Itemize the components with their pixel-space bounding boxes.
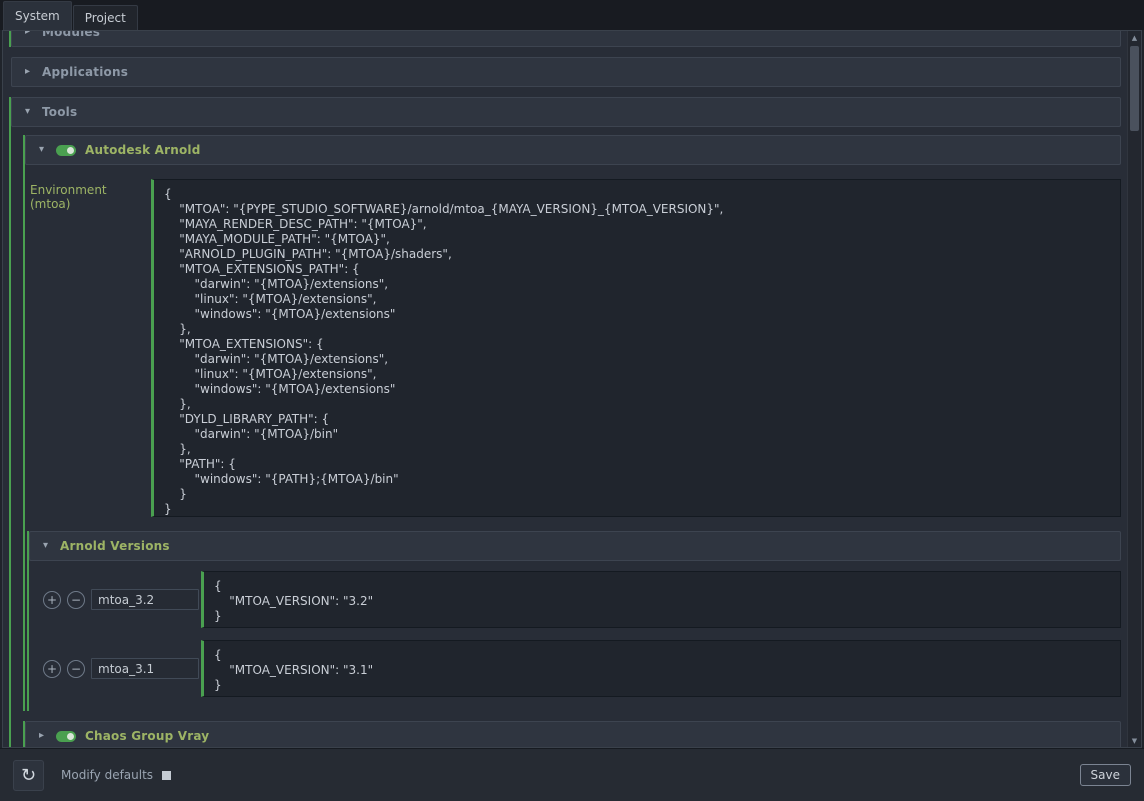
chevron-down-icon[interactable]: ▾ [22, 107, 33, 117]
chevron-right-icon[interactable]: ▸ [22, 31, 33, 37]
scrollbar-thumb[interactable] [1130, 46, 1139, 131]
modify-defaults-label: Modify defaults [61, 768, 153, 782]
vray-enabled-toggle[interactable] [56, 731, 76, 742]
arnold-version-row: + − { "MTOA_VERSION": "3.2" } [43, 571, 1121, 628]
tab-project[interactable]: Project [73, 5, 138, 30]
refresh-button[interactable]: ↻ [13, 760, 44, 791]
section-chaos-group-vray: ▸ Chaos Group Vray [23, 721, 1121, 747]
section-title-autodesk-arnold: Autodesk Arnold [85, 143, 201, 157]
chevron-down-icon[interactable]: ▾ [40, 541, 51, 551]
environment-json-editor[interactable]: { "MTOA": "{PYPE_STUDIO_SOFTWARE}/arnold… [151, 179, 1121, 517]
version-key-input[interactable] [91, 589, 199, 610]
modify-defaults-checkbox[interactable] [162, 771, 171, 780]
section-header-autodesk-arnold[interactable]: ▾ Autodesk Arnold [25, 135, 1121, 165]
section-arnold-versions: ▾ Arnold Versions + − [27, 531, 1121, 711]
version-row-controls: + − [43, 589, 201, 610]
version-key-input[interactable] [91, 658, 199, 679]
refresh-icon: ↻ [21, 765, 36, 786]
remove-version-button[interactable]: − [67, 660, 85, 678]
environment-field-row: Environment (mtoa) { "MTOA": "{PYPE_STUD… [27, 179, 1121, 517]
arnold-versions-body: + − { "MTOA_VERSION": "3.2" } + [29, 561, 1121, 711]
save-button[interactable]: Save [1080, 764, 1131, 786]
chevron-right-icon[interactable]: ▸ [22, 67, 33, 77]
arnold-body: Environment (mtoa) { "MTOA": "{PYPE_STUD… [25, 165, 1121, 711]
section-tools: ▾ Tools ▾ Autodesk Arnold Environment (m… [9, 97, 1121, 747]
settings-panel: ▸ Modules ▸ Applications ▾ Tools ▾ [2, 30, 1142, 748]
vertical-scrollbar[interactable]: ▲ ▼ [1127, 31, 1141, 747]
add-version-button[interactable]: + [43, 591, 61, 609]
section-header-applications[interactable]: ▸ Applications [11, 57, 1121, 87]
section-applications: ▸ Applications [9, 57, 1121, 87]
section-autodesk-arnold: ▾ Autodesk Arnold Environment (mtoa) { "… [23, 135, 1121, 711]
section-title-tools: Tools [42, 105, 77, 119]
scroll-down-icon[interactable]: ▼ [1128, 734, 1141, 747]
add-version-button[interactable]: + [43, 660, 61, 678]
arnold-enabled-toggle[interactable] [56, 145, 76, 156]
version-json-editor[interactable]: { "MTOA_VERSION": "3.2" } [201, 571, 1121, 628]
remove-version-button[interactable]: − [67, 591, 85, 609]
section-header-tools[interactable]: ▾ Tools [11, 97, 1121, 127]
section-modules: ▸ Modules [9, 31, 1121, 47]
tab-bar: System Project [0, 0, 1144, 30]
section-title-modules: Modules [42, 31, 100, 39]
section-header-arnold-versions[interactable]: ▾ Arnold Versions [29, 531, 1121, 561]
version-row-controls: + − [43, 658, 201, 679]
section-title-arnold-versions: Arnold Versions [60, 539, 170, 553]
chevron-right-icon[interactable]: ▸ [36, 731, 47, 741]
environment-label: Environment (mtoa) [27, 179, 151, 517]
section-header-chaos-group-vray[interactable]: ▸ Chaos Group Vray [25, 721, 1121, 747]
chevron-down-icon[interactable]: ▾ [36, 145, 47, 155]
arnold-version-row: + − { "MTOA_VERSION": "3.1" } [43, 640, 1121, 697]
section-title-applications: Applications [42, 65, 128, 79]
tools-body: ▾ Autodesk Arnold Environment (mtoa) { "… [11, 127, 1121, 747]
footer-bar: ↻ Modify defaults Save [0, 748, 1144, 801]
scroll-up-icon[interactable]: ▲ [1128, 31, 1141, 44]
settings-content: ▸ Modules ▸ Applications ▾ Tools ▾ [3, 31, 1127, 747]
version-json-editor[interactable]: { "MTOA_VERSION": "3.1" } [201, 640, 1121, 697]
tab-system[interactable]: System [3, 1, 72, 30]
section-title-chaos-group-vray: Chaos Group Vray [85, 729, 209, 743]
section-header-modules[interactable]: ▸ Modules [11, 31, 1121, 47]
